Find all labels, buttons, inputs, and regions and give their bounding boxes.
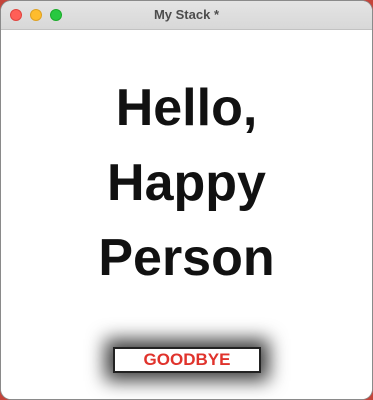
title-bar[interactable]: My Stack * xyxy=(1,1,372,30)
goodbye-button[interactable]: GOODBYE xyxy=(113,347,261,373)
greeting-text: Hello, Happy Person xyxy=(1,71,372,296)
desktop-background: My Stack * Hello, Happy Person GOODBYE xyxy=(0,0,373,400)
greeting-line: Hello, xyxy=(115,79,258,137)
greeting-line: Person xyxy=(98,229,275,287)
card-area: Hello, Happy Person GOODBYE xyxy=(1,30,372,399)
stack-window: My Stack * Hello, Happy Person GOODBYE xyxy=(1,1,372,399)
window-title: My Stack * xyxy=(153,7,220,22)
greeting-line: Happy xyxy=(107,154,266,212)
